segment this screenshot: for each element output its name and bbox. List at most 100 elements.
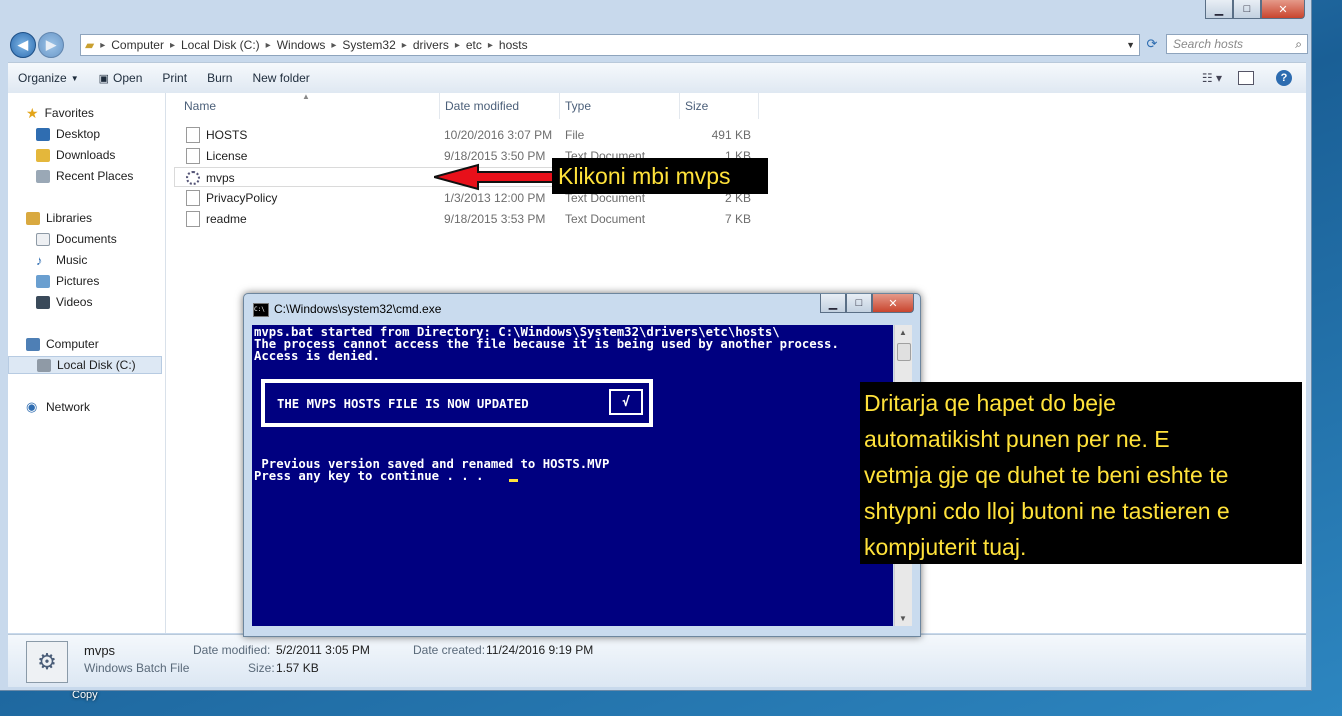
organize-label: Organize xyxy=(18,71,67,85)
breadcrumb-drivers[interactable]: drivers xyxy=(409,38,453,52)
view-options-button[interactable]: ☷ ▾ xyxy=(1202,71,1222,85)
search-input[interactable]: Search hosts ⌕ xyxy=(1166,34,1308,54)
details-size-label: Size: xyxy=(248,661,275,675)
note-line: vetmja gje qe duhet te beni eshte te xyxy=(864,462,1229,488)
nav-downloads[interactable]: Downloads xyxy=(36,146,115,164)
address-bar[interactable]: ▰ ▸ Computer ▸ Local Disk (C:) ▸ Windows… xyxy=(80,34,1140,56)
note-line: Dritarja qe hapet do beje xyxy=(864,390,1116,416)
column-header-date-modified[interactable]: Date modified xyxy=(439,93,560,119)
chevron-right-icon: ▸ xyxy=(401,39,407,51)
nav-favorites[interactable]: ★ Favorites xyxy=(26,104,94,122)
chevron-right-icon: ▸ xyxy=(487,39,493,51)
documents-icon xyxy=(36,232,50,246)
breadcrumb-local-disk[interactable]: Local Disk (C:) xyxy=(177,38,264,52)
details-size: 1.57 KB xyxy=(276,661,319,675)
file-name: PrivacyPolicy xyxy=(206,191,278,205)
dropdown-arrow-icon[interactable]: ▼ xyxy=(1126,40,1135,50)
print-button[interactable]: Print xyxy=(152,71,197,85)
note-line: kompjuterit tuaj. xyxy=(864,534,1027,560)
drive-icon xyxy=(37,358,51,372)
nav-libraries[interactable]: Libraries xyxy=(26,209,92,227)
file-row-readme[interactable]: readme 9/18/2015 3:53 PM Text Document 7… xyxy=(174,209,757,229)
nav-label: Network xyxy=(46,400,91,414)
new-folder-button[interactable]: New folder xyxy=(242,71,319,85)
details-date-created-label: Date created: xyxy=(413,643,486,657)
burn-button[interactable]: Burn xyxy=(197,71,242,85)
cmd-caption-buttons: ▁ □ ✕ xyxy=(820,294,914,313)
nav-local-disk[interactable]: Local Disk (C:) xyxy=(8,356,162,374)
nav-music[interactable]: ♪ Music xyxy=(36,251,87,269)
nav-label: Pictures xyxy=(56,274,100,288)
nav-pictures[interactable]: Pictures xyxy=(36,272,99,290)
nav-computer[interactable]: Computer xyxy=(26,335,99,353)
file-row-hosts[interactable]: HOSTS 10/20/2016 3:07 PM File 491 KB xyxy=(174,125,757,145)
nav-label: Desktop xyxy=(56,127,101,141)
column-header-type[interactable]: Type xyxy=(559,93,680,119)
breadcrumb-system32[interactable]: System32 xyxy=(338,38,399,52)
nav-videos[interactable]: Videos xyxy=(36,293,92,311)
videos-icon xyxy=(36,295,50,309)
nav-recent-places[interactable]: Recent Places xyxy=(36,167,133,185)
file-date: 1/3/2013 12:00 PM xyxy=(444,191,546,205)
window-caption-buttons: ▁ □ ✕ xyxy=(1205,0,1305,19)
command-bar: Organize ▼ ▣ Open Print Burn New folder … xyxy=(8,62,1306,94)
column-header-size[interactable]: Size xyxy=(679,93,759,119)
file-name-cell: readme xyxy=(186,209,247,229)
maximize-button[interactable]: □ xyxy=(1233,0,1261,19)
column-label: Name xyxy=(184,99,217,113)
organize-button[interactable]: Organize ▼ xyxy=(8,71,89,85)
breadcrumb-hosts[interactable]: hosts xyxy=(495,38,532,52)
file-name-cell: PrivacyPolicy xyxy=(186,188,277,208)
cmd-close-button[interactable]: ✕ xyxy=(872,294,914,313)
chevron-right-icon: ▸ xyxy=(100,39,106,51)
refresh-button[interactable]: ⟳ xyxy=(1142,34,1162,54)
libraries-icon xyxy=(26,211,40,225)
checkmark-icon: √ xyxy=(609,389,643,415)
update-banner: THE MVPS HOSTS FILE IS NOW UPDATED √ xyxy=(261,379,653,427)
scroll-thumb[interactable] xyxy=(897,343,911,361)
breadcrumb-computer[interactable]: Computer xyxy=(107,38,168,52)
close-button[interactable]: ✕ xyxy=(1261,0,1305,19)
cmd-title: C:\Windows\system32\cmd.exe xyxy=(274,302,442,316)
details-file-kind: Windows Batch File xyxy=(84,661,190,675)
console-cursor xyxy=(509,479,518,482)
cmd-maximize-button[interactable]: □ xyxy=(846,294,872,313)
nav-label: Libraries xyxy=(46,211,93,225)
nav-network[interactable]: ◉ Network xyxy=(26,398,90,416)
column-header-name[interactable]: Name ▲ xyxy=(178,92,440,119)
nav-label: Favorites xyxy=(44,106,94,120)
click-note-annotation: Klikoni mbi mvps xyxy=(552,158,768,194)
computer-icon xyxy=(26,337,40,351)
preview-pane-icon[interactable] xyxy=(1238,71,1254,85)
cmd-console[interactable]: mvps.bat started from Directory: C:\Wind… xyxy=(252,325,893,626)
cmd-minimize-button[interactable]: ▁ xyxy=(820,294,846,313)
recent-places-icon xyxy=(36,169,50,183)
file-size: 7 KB xyxy=(724,212,751,226)
scroll-down-icon[interactable]: ▼ xyxy=(899,614,907,623)
scroll-up-icon[interactable]: ▲ xyxy=(899,328,907,337)
details-date-modified: 5/2/2011 3:05 PM xyxy=(276,643,370,657)
star-icon: ★ xyxy=(26,104,39,121)
open-button[interactable]: ▣ Open xyxy=(89,71,153,85)
note-line: automatikisht punen per ne. E xyxy=(864,426,1170,452)
sort-up-icon: ▲ xyxy=(302,92,310,101)
red-arrow-annotation xyxy=(434,163,555,191)
breadcrumb-windows[interactable]: Windows xyxy=(273,38,330,52)
forward-button[interactable]: ▶ xyxy=(38,32,64,58)
file-size: 491 KB xyxy=(711,128,751,142)
pictures-icon xyxy=(36,274,50,288)
file-name: readme xyxy=(206,212,247,226)
nav-documents[interactable]: Documents xyxy=(36,230,117,248)
chevron-right-icon: ▸ xyxy=(265,39,271,51)
file-name: HOSTS xyxy=(206,128,248,142)
breadcrumb-etc[interactable]: etc xyxy=(462,38,486,52)
file-type: Text Document xyxy=(565,212,646,226)
nav-desktop[interactable]: Desktop xyxy=(36,125,100,143)
help-icon[interactable]: ? xyxy=(1276,70,1292,86)
nav-label: Local Disk (C:) xyxy=(57,358,136,372)
back-button[interactable]: ◀ xyxy=(10,32,36,58)
minimize-button[interactable]: ▁ xyxy=(1205,0,1233,19)
file-name-cell: mvps xyxy=(186,168,235,188)
text-file-icon xyxy=(186,190,200,206)
folder-icon: ▰ xyxy=(85,38,95,52)
